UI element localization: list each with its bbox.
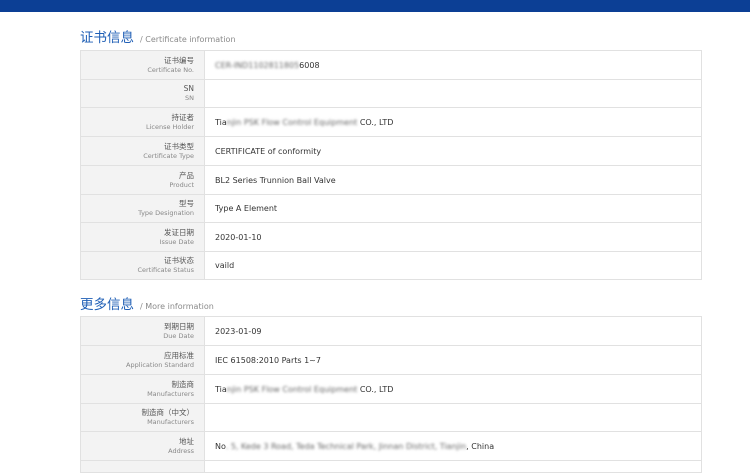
manufacturer-value: Tianjin PSK Flow Control Equipment CO., … [204,374,702,404]
top-header-bar [0,0,750,12]
redacted-text: . 5, Kede 3 Road, Teda Technical Park, J… [225,441,467,451]
row-label: 持证者 License Holder [80,107,205,137]
row-label: 发证日期 Issue Date [80,222,205,252]
label-zh: 发证日期 [164,227,194,237]
redacted-text: CER-IND1102811805 [215,60,300,70]
table-row: 制造商 Manufacturers Tianjin PSK Flow Contro… [80,374,702,404]
table-row: 制造商（中文） Manufacturers [80,403,702,432]
label-en: Manufacturers [147,389,194,398]
certificate-number-value: CER-IND11028118056008 [204,50,702,80]
row-label [80,460,205,473]
label-zh: 地址 [179,436,194,446]
license-holder-value: Tianjin PSK Flow Control Equipment CO., … [204,107,702,137]
row-label: 产品 Product [80,165,205,195]
table-row: 产品 Product BL2 Series Trunnion Ball Valve [80,165,702,195]
value-prefix: Tia [215,117,227,127]
table-row: 应用标准 Application Standard IEC 61508:2010 … [80,345,702,375]
label-en: Certificate Type [143,151,194,160]
table-row: 型号 Type Designation Type A Element [80,194,702,223]
certificate-section-title: 证书信息 / Certificate information [80,26,236,46]
label-zh: 制造商 [171,379,195,389]
row-label: 地址 Address [80,431,205,461]
row-label: 证书状态 Certificate Status [80,251,205,280]
label-en: Type Designation [138,209,194,217]
table-row: 地址 Address No. 5, Kede 3 Road, Teda Techn… [80,431,702,461]
table-row: 持证者 License Holder Tianjin PSK Flow Contr… [80,107,702,137]
row-label: 制造商 Manufacturers [80,374,205,404]
label-en: Certificate No. [147,65,194,74]
address-value: No. 5, Kede 3 Road, Teda Technical Park,… [204,431,702,461]
table-row: 证书状态 Certificate Status vaild [80,251,702,280]
label-en: Manufacturers [147,418,194,426]
value-text: , China [466,441,495,451]
due-date-value: 2023-01-09 [204,316,702,346]
value-prefix: Tia [215,384,227,394]
sn-value [204,79,702,108]
label-en: Certificate Status [137,266,194,274]
row-label: 到期日期 Due Date [80,316,205,346]
section-title-zh: 证书信息 [80,30,134,46]
row-value [204,460,702,473]
row-label: 证书类型 Certificate Type [80,136,205,166]
certificate-type-value: CERTIFICATE of conformity [204,136,702,166]
manufacturer-cn-value [204,403,702,432]
label-zh: 应用标准 [164,350,194,360]
redacted-text: njin PSK Flow Control Equipment [226,117,358,127]
certificate-info-table: 证书编号 Certificate No. CER-IND1102811805600… [80,50,702,280]
label-zh: 证书状态 [164,256,194,265]
label-zh: 制造商（中文） [141,408,195,417]
label-en: SN [185,94,194,102]
label-en: Address [168,446,194,455]
section-title-en: / Certificate information [140,35,236,44]
value-prefix: No [215,441,226,451]
label-en: Issue Date [159,237,194,246]
table-row: 发证日期 Issue Date 2020-01-10 [80,222,702,252]
label-en: Application Standard [126,360,194,369]
label-zh: 证书类型 [164,141,194,151]
application-standard-value: IEC 61508:2010 Parts 1~7 [204,345,702,375]
row-label: 证书编号 Certificate No. [80,50,205,80]
value-text: CO., LTD [357,384,394,394]
table-row: 到期日期 Due Date 2023-01-09 [80,316,702,346]
section-title-zh: 更多信息 [80,297,134,313]
more-info-table: 到期日期 Due Date 2023-01-09 应用标准 Application … [80,316,702,473]
label-en: Product [169,180,194,189]
value-text: CO., LTD [357,117,394,127]
table-row [80,460,702,473]
label-zh: 产品 [179,170,194,180]
label-zh: SN [183,84,194,93]
label-zh: 型号 [179,199,194,208]
certificate-status-value: vaild [204,251,702,280]
table-row: 证书类型 Certificate Type CERTIFICATE of conf… [80,136,702,166]
row-label: 应用标准 Application Standard [80,345,205,375]
product-value: BL2 Series Trunnion Ball Valve [204,165,702,195]
label-zh: 证书编号 [164,55,194,65]
label-zh: 到期日期 [164,321,194,331]
more-section-title: 更多信息 / More information [80,293,214,313]
issue-date-value: 2020-01-10 [204,222,702,252]
section-title-en: / More information [140,302,214,311]
label-zh: 持证者 [171,112,195,122]
label-en: Due Date [163,331,194,340]
table-row: SN SN [80,79,702,108]
type-designation-value: Type A Element [204,194,702,223]
redacted-text: njin PSK Flow Control Equipment [226,384,358,394]
table-row: 证书编号 Certificate No. CER-IND1102811805600… [80,50,702,80]
label-en: License Holder [145,122,194,131]
row-label: 制造商（中文） Manufacturers [80,403,205,432]
row-label: 型号 Type Designation [80,194,205,223]
value-text: 6008 [299,60,320,70]
row-label: SN SN [80,79,205,108]
